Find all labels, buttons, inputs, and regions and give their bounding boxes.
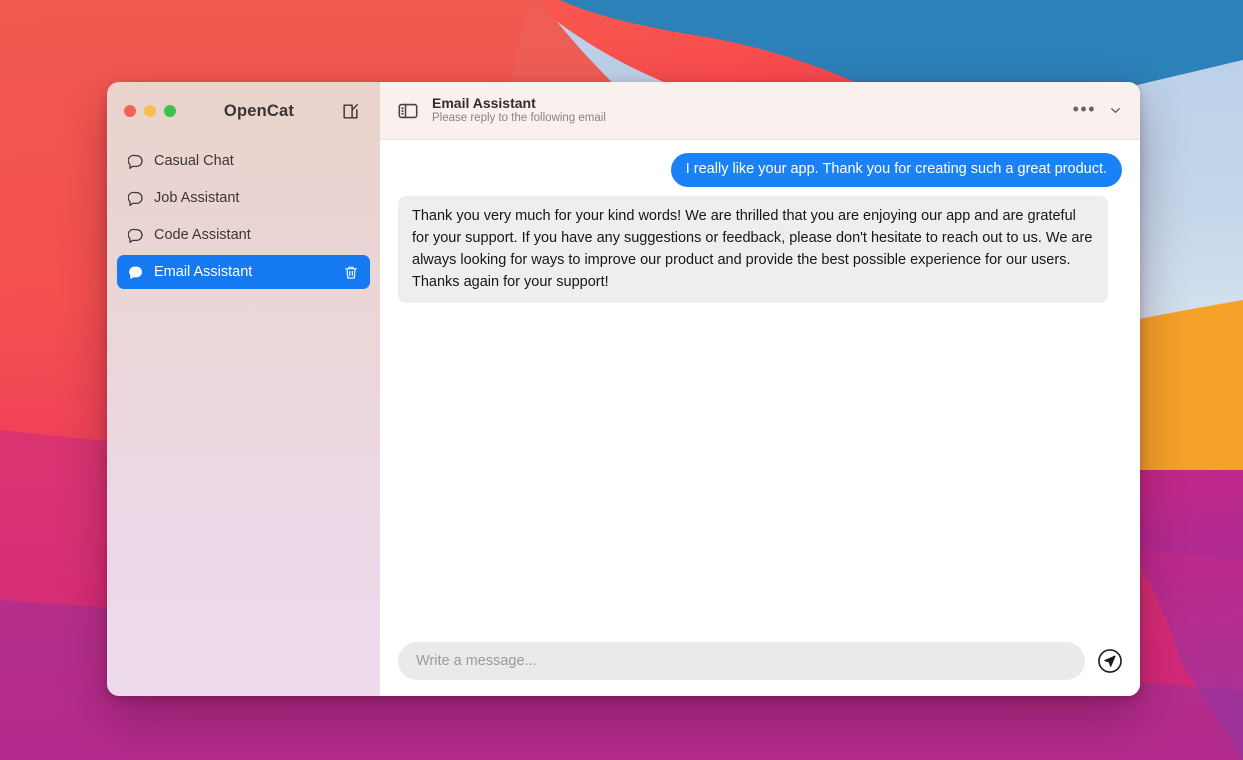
compose-icon xyxy=(341,102,360,121)
sidebar-item-email-assistant[interactable]: Email Assistant xyxy=(117,255,370,289)
sidebar-item-job-assistant[interactable]: Job Assistant xyxy=(117,181,370,215)
more-options-button[interactable]: ••• xyxy=(1073,100,1096,122)
chat-subtitle: Please reply to the following email xyxy=(432,112,1060,125)
opencat-window: OpenCat Casual Chat xyxy=(107,82,1140,696)
chat-bubble-icon xyxy=(128,190,144,206)
traffic-lights xyxy=(124,105,176,117)
sidebar-item-label: Casual Chat xyxy=(154,153,359,169)
chat-bubble-filled-icon xyxy=(128,264,144,280)
chat-header: Email Assistant Please reply to the foll… xyxy=(380,82,1140,140)
send-button[interactable] xyxy=(1096,647,1124,675)
message-row-user: I really like your app. Thank you for cr… xyxy=(398,153,1122,187)
app-title: OpenCat xyxy=(180,102,338,121)
sidebar-item-code-assistant[interactable]: Code Assistant xyxy=(117,218,370,252)
zoom-button[interactable] xyxy=(164,105,176,117)
send-paper-plane-icon xyxy=(1097,648,1123,674)
chat-bubble-icon xyxy=(128,227,144,243)
user-message-bubble: I really like your app. Thank you for cr… xyxy=(671,153,1122,187)
chat-title: Email Assistant xyxy=(432,95,1060,111)
header-actions: ••• xyxy=(1073,100,1122,122)
main-pane: Email Assistant Please reply to the foll… xyxy=(380,82,1140,696)
chevron-down-icon[interactable] xyxy=(1109,104,1122,117)
message-input[interactable] xyxy=(398,642,1085,680)
compose-button[interactable] xyxy=(338,99,362,123)
message-composer xyxy=(380,630,1140,696)
sidebar-titlebar: OpenCat xyxy=(107,82,380,140)
trash-icon[interactable] xyxy=(343,264,359,280)
message-row-assistant: Thank you very much for your kind words!… xyxy=(398,196,1122,303)
assistant-message-bubble: Thank you very much for your kind words!… xyxy=(398,196,1108,303)
close-button[interactable] xyxy=(124,105,136,117)
minimize-button[interactable] xyxy=(144,105,156,117)
sidebar-item-casual-chat[interactable]: Casual Chat xyxy=(117,144,370,178)
conversation-area[interactable]: I really like your app. Thank you for cr… xyxy=(380,140,1140,630)
chat-bubble-icon xyxy=(128,153,144,169)
conversation-list: Casual Chat Job Assistant xyxy=(107,140,380,289)
sidebar-item-label: Code Assistant xyxy=(154,227,359,243)
chat-header-text: Email Assistant Please reply to the foll… xyxy=(432,95,1060,125)
sidebar-item-label: Email Assistant xyxy=(154,264,333,280)
desktop-wallpaper: OpenCat Casual Chat xyxy=(0,0,1243,760)
sidebar-item-label: Job Assistant xyxy=(154,190,359,206)
sidebar: OpenCat Casual Chat xyxy=(107,82,380,696)
sidebar-toggle-icon[interactable] xyxy=(397,100,419,122)
